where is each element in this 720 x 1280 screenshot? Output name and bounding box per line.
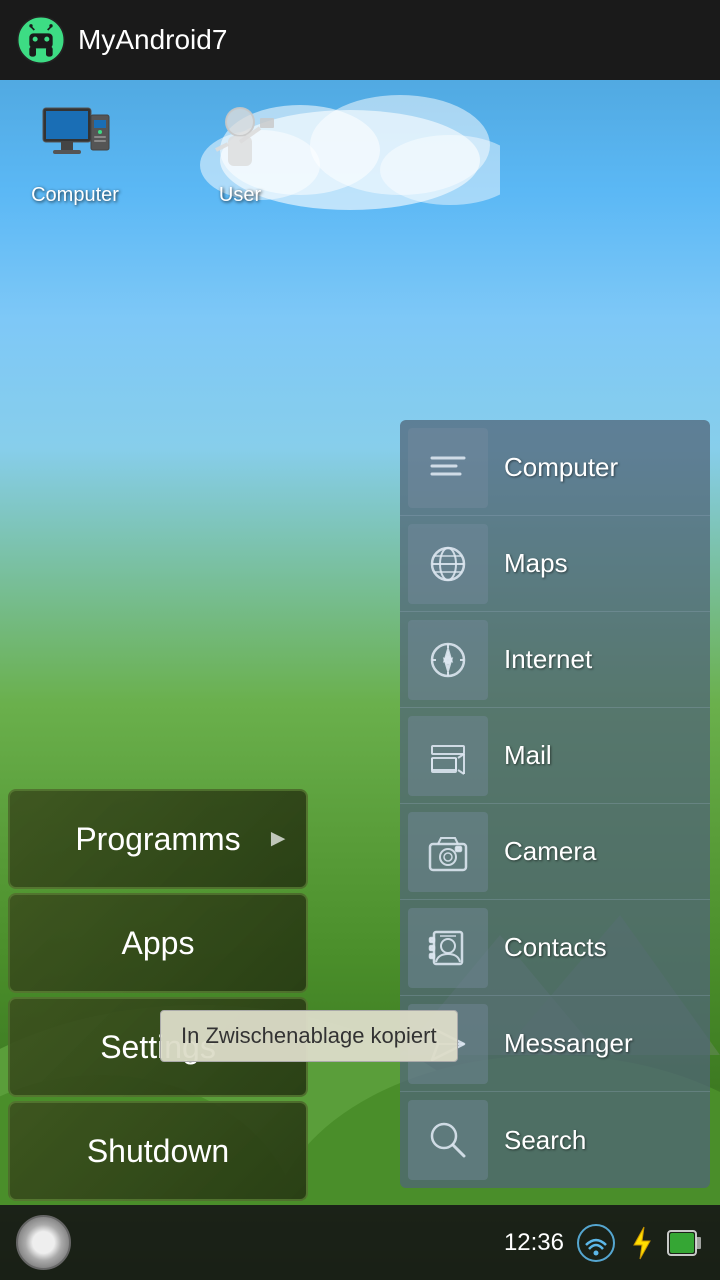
- context-item-mail[interactable]: Mail: [400, 708, 710, 804]
- context-computer-label: Computer: [504, 452, 618, 483]
- start-menu: Programms ► Apps Settings Shutdown: [0, 785, 310, 1205]
- context-maps-label: Maps: [504, 548, 568, 579]
- context-item-camera[interactable]: Camera: [400, 804, 710, 900]
- computer-menu-icon: [408, 428, 488, 508]
- context-contacts-label: Contacts: [504, 932, 607, 963]
- lightning-icon: [624, 1223, 660, 1263]
- bottombar: 12:36: [0, 1205, 720, 1280]
- context-menu: Computer Maps: [400, 420, 710, 1188]
- mail-icon: [408, 716, 488, 796]
- cd-icon[interactable]: [16, 1215, 71, 1270]
- camera-icon: [408, 812, 488, 892]
- context-messanger-label: Messanger: [504, 1028, 633, 1059]
- app-title: MyAndroid7: [78, 24, 227, 56]
- topbar: MyAndroid7: [0, 0, 720, 80]
- context-mail-label: Mail: [504, 740, 552, 771]
- context-item-contacts[interactable]: Contacts: [400, 900, 710, 996]
- programms-button[interactable]: Programms ►: [8, 789, 308, 889]
- clock: 12:36: [504, 1229, 564, 1257]
- user-icon: [200, 100, 280, 180]
- clipboard-tooltip: In Zwischenablage kopiert: [160, 1010, 458, 1062]
- apps-button[interactable]: Apps: [8, 893, 308, 993]
- contacts-icon: [408, 908, 488, 988]
- search-icon: [408, 1100, 488, 1180]
- context-camera-label: Camera: [504, 836, 596, 867]
- context-item-maps[interactable]: Maps: [400, 516, 710, 612]
- context-search-label: Search: [504, 1125, 586, 1156]
- context-item-search[interactable]: Search: [400, 1092, 710, 1188]
- computer-icon-label: Computer: [31, 184, 119, 207]
- desktop-icon-user[interactable]: User: [185, 100, 295, 207]
- context-item-internet[interactable]: Internet: [400, 612, 710, 708]
- shutdown-button[interactable]: Shutdown: [8, 1101, 308, 1201]
- desktop-icon-computer[interactable]: Computer: [20, 100, 130, 207]
- android-logo-icon: [16, 15, 66, 65]
- computer-icon: [35, 100, 115, 180]
- battery-level-icon: [664, 1223, 704, 1263]
- compass-icon: [408, 620, 488, 700]
- context-item-computer[interactable]: Computer: [400, 420, 710, 516]
- globe-icon: [408, 524, 488, 604]
- arrow-icon: ►: [266, 825, 290, 853]
- user-icon-label: User: [219, 184, 261, 207]
- wifi-icon: [576, 1223, 616, 1263]
- context-internet-label: Internet: [504, 644, 592, 675]
